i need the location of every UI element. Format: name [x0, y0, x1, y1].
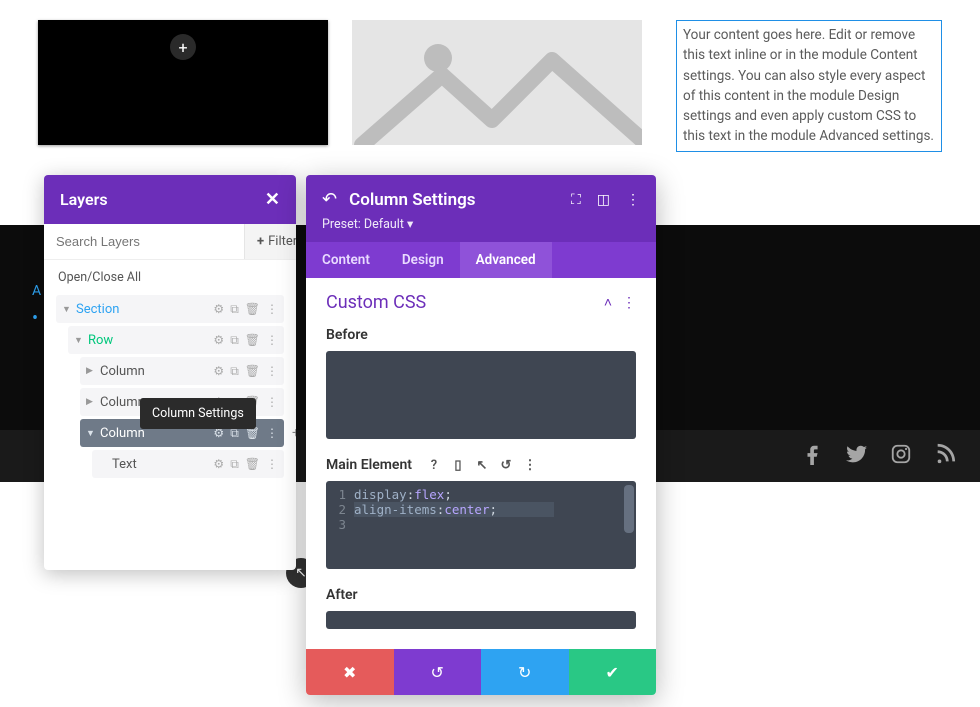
more-icon[interactable]: ⋮: [266, 333, 278, 348]
settings-tabs: Content Design Advanced: [306, 242, 656, 278]
tooltip-column-settings: Column Settings: [140, 398, 256, 429]
add-sibling-button[interactable]: +: [292, 425, 296, 441]
settings-title: Column Settings: [349, 190, 559, 210]
css-main-input[interactable]: 1display:flex; 2align-items:center; 3: [326, 481, 636, 569]
expand-icon[interactable]: ⛶: [571, 192, 581, 208]
layers-search-row: +Filter: [44, 224, 296, 260]
twitter-icon[interactable]: [846, 443, 868, 469]
gear-icon[interactable]: ⚙: [213, 333, 224, 348]
label-main-element: Main Element ? ▯ ↖ ↺ ⋮: [326, 457, 636, 473]
redo-button[interactable]: ↻: [481, 649, 569, 695]
duplicate-icon[interactable]: ⧉: [230, 364, 239, 379]
trash-icon[interactable]: 🗑: [245, 333, 260, 348]
trash-icon[interactable]: 🗑: [245, 457, 260, 472]
tree-text-module[interactable]: Text ⚙⧉🗑⋮: [92, 450, 284, 478]
caret-down-icon[interactable]: ▼: [74, 335, 84, 346]
add-module-button[interactable]: +: [170, 34, 196, 60]
back-icon[interactable]: ↶: [322, 189, 337, 210]
more-icon[interactable]: ⋮: [522, 457, 538, 473]
rss-icon[interactable]: [934, 443, 956, 469]
instagram-icon[interactable]: [890, 443, 912, 469]
tab-design[interactable]: Design: [386, 242, 460, 278]
tab-content[interactable]: Content: [306, 242, 386, 278]
close-icon[interactable]: ✕: [265, 189, 280, 210]
caret-down-icon: ▾: [407, 217, 413, 232]
duplicate-icon[interactable]: ⧉: [230, 333, 239, 348]
phone-icon[interactable]: ▯: [450, 457, 466, 473]
more-icon[interactable]: ⋮: [622, 295, 636, 311]
search-input[interactable]: [44, 224, 244, 259]
label-before: Before: [326, 327, 636, 343]
cropped-sidebar-text: A: [32, 283, 41, 299]
layers-panel: Layers ✕ +Filter Open/Close All ▼ Sectio…: [44, 175, 296, 570]
collapse-icon[interactable]: ˄: [604, 294, 612, 311]
trash-icon[interactable]: 🗑: [245, 364, 260, 379]
gear-icon[interactable]: ⚙: [213, 457, 224, 472]
layers-header: Layers ✕: [44, 175, 296, 224]
preset-selector[interactable]: Preset: Default ▾: [322, 216, 640, 232]
cropped-sidebar-bullet: •: [32, 308, 38, 329]
caret-right-icon[interactable]: ▶: [86, 397, 96, 407]
action-bar: ✖ ↺ ↻ ✔: [306, 649, 656, 695]
tab-advanced[interactable]: Advanced: [460, 242, 552, 278]
css-after-input[interactable]: [326, 611, 636, 629]
settings-body: Custom CSS ˄ ⋮ Before Main Element ? ▯ ↖…: [306, 278, 656, 643]
cancel-button[interactable]: ✖: [306, 649, 394, 695]
trash-icon[interactable]: 🗑: [245, 302, 260, 317]
caret-down-icon[interactable]: ▼: [86, 428, 96, 439]
preview-row: + Your content goes here. Edit or remove…: [0, 0, 980, 152]
text-module-preview[interactable]: Your content goes here. Edit or remove t…: [676, 20, 942, 152]
tree-section[interactable]: ▼ Section ⚙⧉🗑⋮: [56, 295, 284, 323]
caret-right-icon[interactable]: ▶: [86, 366, 96, 376]
help-icon[interactable]: ?: [426, 457, 442, 473]
section-custom-css-title: Custom CSS: [326, 292, 426, 313]
black-preview-column[interactable]: +: [38, 20, 328, 145]
layer-tree: ▼ Section ⚙⧉🗑⋮ ▼ Row ⚙⧉🗑⋮ ▶ Column ⚙⧉🗑⋮ …: [44, 295, 296, 493]
undo-button[interactable]: ↺: [394, 649, 482, 695]
gear-icon[interactable]: ⚙: [213, 302, 224, 317]
facebook-icon[interactable]: [802, 443, 824, 469]
save-button[interactable]: ✔: [569, 649, 657, 695]
duplicate-icon[interactable]: ⧉: [230, 302, 239, 317]
snap-icon[interactable]: ◫: [597, 192, 610, 208]
more-icon[interactable]: ⋮: [626, 192, 640, 208]
column-settings-panel: ↶ Column Settings ⛶ ◫ ⋮ Preset: Default …: [306, 175, 656, 695]
more-icon[interactable]: ⋮: [266, 364, 278, 379]
image-placeholder-column[interactable]: [352, 20, 642, 145]
scrollbar-thumb[interactable]: [624, 485, 634, 533]
more-icon[interactable]: ⋮: [266, 395, 278, 410]
filter-button[interactable]: +Filter: [244, 224, 296, 259]
tree-row[interactable]: ▼ Row ⚙⧉🗑⋮: [68, 326, 284, 354]
css-before-input[interactable]: [326, 351, 636, 439]
reset-icon[interactable]: ↺: [498, 457, 514, 473]
more-icon[interactable]: ⋮: [266, 302, 278, 317]
layers-title: Layers: [60, 190, 108, 209]
label-after: After: [326, 587, 636, 603]
gear-icon[interactable]: ⚙: [213, 364, 224, 379]
more-icon[interactable]: ⋮: [266, 426, 278, 441]
open-close-all[interactable]: Open/Close All: [44, 260, 296, 295]
duplicate-icon[interactable]: ⧉: [230, 457, 239, 472]
tree-column[interactable]: ▶ Column ⚙⧉🗑⋮: [80, 357, 284, 385]
more-icon[interactable]: ⋮: [266, 457, 278, 472]
caret-down-icon[interactable]: ▼: [62, 304, 72, 315]
cursor-icon[interactable]: ↖: [474, 457, 490, 473]
settings-header: ↶ Column Settings ⛶ ◫ ⋮ Preset: Default …: [306, 175, 656, 242]
